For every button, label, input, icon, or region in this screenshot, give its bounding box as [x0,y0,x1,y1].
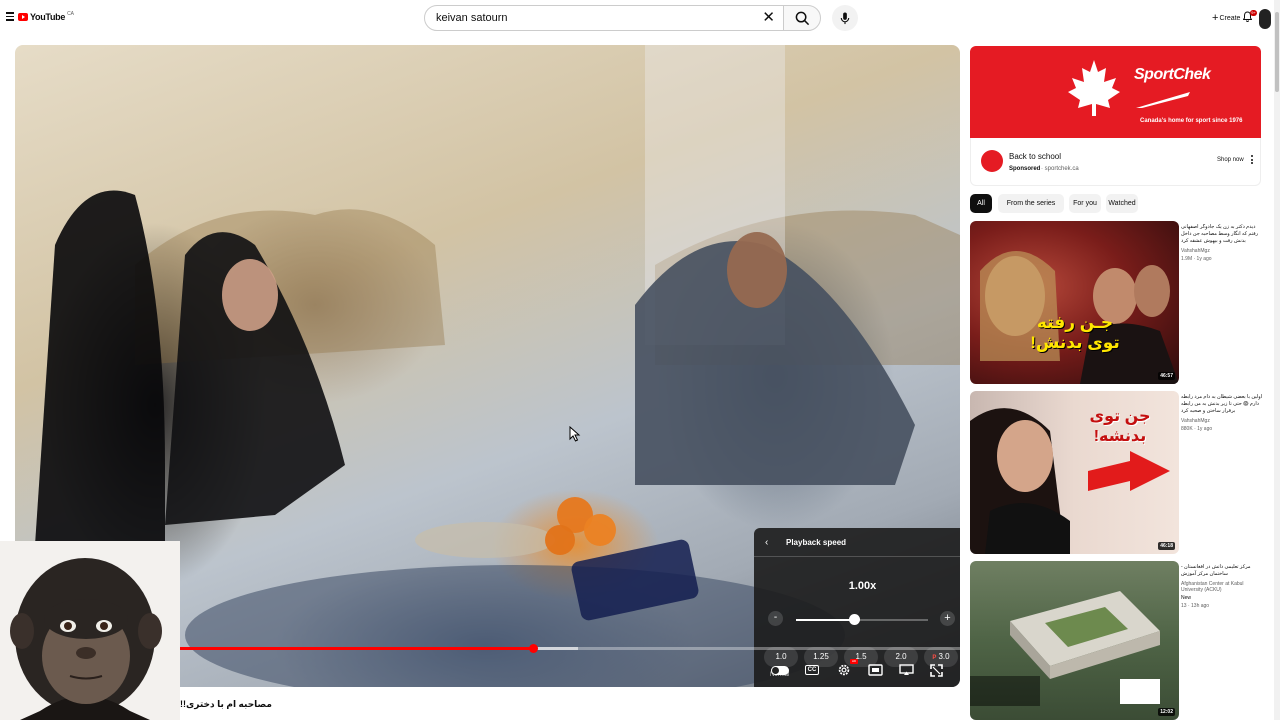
chip-all[interactable]: All [970,194,992,213]
autoplay-switch-icon [771,665,789,675]
clear-search-icon[interactable]: ✕ [762,10,775,26]
ad-tagline: Canada's home for sport since 1976 [1140,118,1243,124]
cc-icon: CC [804,665,820,675]
advertiser-logo [981,150,1003,172]
speed-panel-title: Playback speed [786,538,847,547]
rec-meta-2[interactable]: اولین با بعضی شیطان به دام مرد رابطه دار… [1181,394,1265,432]
ad-title[interactable]: Back to school [1009,152,1061,161]
chip-for-you[interactable]: For you [1069,194,1101,213]
page-scrollbar[interactable] [1274,0,1280,720]
duration-badge: 12:02 [1158,708,1175,716]
rec-title[interactable]: دیدم دکتر به زن یک جادوگر اصفهانی رفتم ک… [1181,224,1265,245]
rec-title[interactable]: اولین با بعضی شیطان به دام مرد رابطه دار… [1181,394,1265,415]
progress-scrubber-handle[interactable] [529,644,538,653]
microphone-icon [840,11,850,24]
speed-slider-handle[interactable] [849,614,860,625]
ape-avatar-image [10,558,162,720]
top-header: YouTube CA ✕ + Create 9+ [0,0,1280,38]
sponsored-label: Sponsored [1009,166,1041,172]
fullscreen-icon [929,663,943,677]
speed-slider-fill [796,619,854,621]
more-options-icon[interactable] [1251,155,1255,166]
duration-badge: 46:18 [1158,542,1175,550]
avatar[interactable] [1259,9,1271,29]
rec-title[interactable]: مرکز تعلیمی دانش در افغانستان - ساختمان … [1181,564,1265,578]
current-speed-value: 1.00x [848,580,877,592]
plus-icon: + [1212,12,1219,24]
chip-watched[interactable]: Watched [1106,194,1138,213]
webcam-overlay [0,541,180,720]
create-label: Create [1219,14,1241,22]
miniplayer-icon [867,664,883,676]
notification-badge: 9+ [1250,10,1257,16]
speed-decrease-button[interactable]: - [768,611,783,626]
scrollbar-thumb[interactable] [1275,12,1279,92]
play-logo-icon [18,13,28,21]
search-button[interactable] [783,5,821,31]
maple-leaf-logo-icon [1068,60,1120,116]
rec-thumbnail-3-art [970,591,1160,706]
rec-meta-1[interactable]: دیدم دکتر به زن یک جادوگر اصفهانی رفتم ک… [1181,224,1265,262]
search-box: ✕ [424,5,784,31]
logo-text: YouTube [30,12,66,22]
rec-thumbnail-2[interactable]: جن توی بدنشه! 46:18 [970,391,1179,554]
gear-icon [838,664,850,676]
cast-icon [898,664,914,675]
back-chevron-icon[interactable]: ‹ [765,537,768,548]
rec-thumbnail-3[interactable]: 12:02 [970,561,1179,720]
ad-info-card[interactable]: Back to school Sponsored · sportchek.ca … [970,138,1261,186]
subtitles-button[interactable]: CC [802,661,822,679]
rec-meta-3[interactable]: مرکز تعلیمی دانش در افغانستان - ساختمان … [1181,564,1265,609]
logo-country: CA [67,11,75,17]
video-title: مصاحبه ام با دختری!! [180,699,272,709]
fullscreen-button[interactable] [926,661,946,679]
rec-thumbnail-1-art [980,251,1179,384]
rec-channel[interactable]: Afghanistan Center at Kabul University (… [1181,581,1265,593]
youtube-logo[interactable]: YouTube CA [18,11,75,22]
duration-badge: 46:57 [1158,372,1175,380]
rec-channel[interactable]: VahshahMgz [1181,418,1265,424]
rec-thumbnail-1-text: جـن رفته توی بدنش! [1030,313,1120,352]
rec-new-badge: New [1181,595,1192,601]
speed-panel-header[interactable]: ‹ Playback speed [754,528,960,557]
rec-thumbnail-2-text: جن توی بدنشه! [1089,408,1151,445]
search-input[interactable] [434,11,758,25]
speed-preset-3-label: 3.0 [938,652,950,661]
swoosh-icon [1136,92,1190,108]
menu-icon[interactable] [6,12,14,23]
rec-stats: 13 · 13h ago [1181,603,1210,609]
create-button[interactable]: + Create [1212,12,1240,24]
hd-badge: HD [850,659,858,664]
autoplay-toggle[interactable] [770,661,790,679]
speed-increase-button[interactable]: + [940,611,955,626]
cast-button[interactable] [896,661,916,679]
ad-domain-text: sportchek.ca [1044,166,1079,172]
rec-stats: 1.9M · 1y ago [1181,256,1212,262]
ad-domain: · sportchek.ca [1041,166,1079,172]
voice-search-button[interactable] [832,5,858,31]
shop-now-button[interactable]: Shop now [1217,157,1244,163]
search-icon [795,11,809,25]
chip-from-the-series[interactable]: From the series [998,194,1064,213]
rec-thumbnail-1[interactable]: جـن رفته توی بدنش! 46:57 [970,221,1179,384]
ad-banner[interactable]: SportChek Canada's home for sport since … [970,46,1261,138]
mouse-cursor-icon [569,426,581,442]
progress-played [180,647,533,650]
rec-channel[interactable]: VahshahMgz [1181,248,1265,254]
miniplayer-button[interactable] [865,661,885,679]
rec-stats: 880K · 1y ago [1181,426,1213,432]
ad-brand-name: SportChek [1134,66,1211,83]
